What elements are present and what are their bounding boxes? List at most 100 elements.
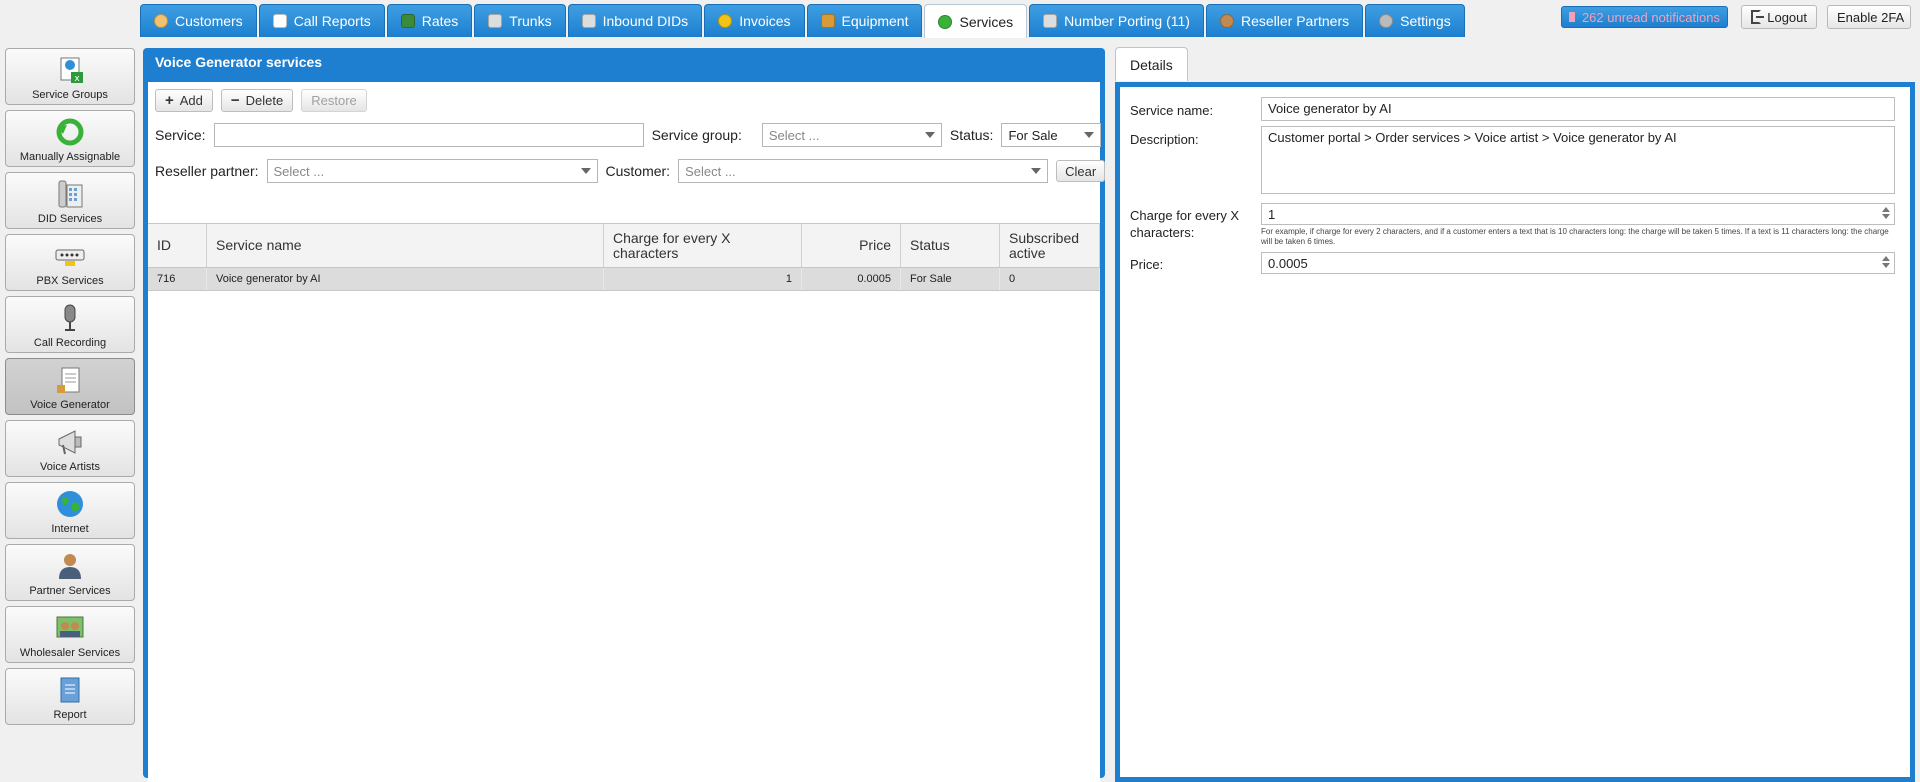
- sidebar-item-internet[interactable]: Internet: [5, 482, 135, 539]
- chevron-down-icon: [580, 168, 591, 174]
- tab-invoices[interactable]: Invoices: [704, 4, 805, 37]
- sidebar-item-label: Partner Services: [29, 585, 111, 597]
- box-icon: [820, 14, 835, 28]
- cell-subscribed-active: 0: [1000, 268, 1100, 290]
- delete-button[interactable]: − Delete: [220, 89, 294, 112]
- column-header-service-name[interactable]: Service name: [207, 224, 604, 267]
- sidebar-item-label: Voice Artists: [40, 461, 100, 473]
- table-row[interactable]: 716 Voice generator by AI 1 0.0005 For S…: [148, 268, 1100, 291]
- cell-id: 716: [148, 268, 207, 290]
- person-icon: [1219, 14, 1234, 28]
- tab-call-reports[interactable]: Call Reports: [258, 4, 385, 37]
- panel-body: + Add − Delete Restore Service: Service …: [148, 82, 1106, 782]
- tab-number-porting[interactable]: Number Porting (11): [1029, 4, 1204, 37]
- service-name-field[interactable]: Voice generator by AI: [1261, 97, 1895, 121]
- sidebar-item-label: Report: [53, 709, 87, 721]
- sidebar-item-label: DID Services: [37, 213, 103, 225]
- tab-settings[interactable]: Settings: [1365, 4, 1465, 37]
- tab-reseller-partners[interactable]: Reseller Partners: [1205, 4, 1364, 37]
- restore-label: Restore: [311, 93, 357, 108]
- sidebar-item-report[interactable]: Report: [5, 668, 135, 725]
- report-icon: [55, 675, 85, 705]
- description-field[interactable]: Customer portal > Order services > Voice…: [1261, 126, 1895, 194]
- panel-title: Voice Generator services: [155, 54, 323, 70]
- sidebar-item-service-groups[interactable]: x Service Groups: [5, 48, 135, 105]
- sidebar-item-label: Service Groups: [32, 89, 108, 101]
- tab-label: Call Reports: [293, 13, 371, 29]
- charge-value: 1: [1268, 207, 1276, 222]
- spinner-icon[interactable]: [1882, 256, 1890, 268]
- tab-trunks[interactable]: Trunks: [474, 4, 566, 37]
- service-groups-icon: x: [55, 55, 85, 85]
- charge-hint: For example, if charge for every 2 chara…: [1261, 227, 1889, 246]
- pbx-device-icon: [55, 241, 85, 271]
- cell-price: 0.0005: [802, 268, 901, 290]
- column-header-id[interactable]: ID: [148, 224, 207, 267]
- tab-label: Rates: [421, 13, 459, 29]
- sidebar-item-did-services[interactable]: DID Services: [5, 172, 135, 229]
- service-group-select[interactable]: Select ...: [761, 123, 942, 147]
- status-select[interactable]: For Sale: [1001, 123, 1102, 147]
- description-label: Description:: [1130, 132, 1199, 147]
- clear-button[interactable]: Clear: [1056, 160, 1106, 182]
- tab-label: Customers: [175, 13, 243, 29]
- notifications-button[interactable]: 262 unread notifications: [1561, 6, 1728, 28]
- price-field[interactable]: 0.0005: [1261, 252, 1895, 274]
- toolbar: + Add − Delete Restore: [155, 89, 367, 112]
- sidebar-item-label: Voice Generator: [30, 399, 110, 411]
- price-value: 0.0005: [1268, 256, 1308, 271]
- customer-select[interactable]: Select ...: [678, 159, 1049, 183]
- recycle-icon: [55, 117, 85, 147]
- logout-button[interactable]: Logout: [1741, 5, 1817, 29]
- price-label: Price:: [1130, 257, 1164, 272]
- sidebar-item-voice-artists[interactable]: Voice Artists: [5, 420, 135, 477]
- add-button[interactable]: + Add: [155, 89, 213, 112]
- tab-customers[interactable]: Customers: [140, 4, 257, 37]
- filter-row-1: Service: Service group: Select ... Statu…: [155, 123, 1102, 147]
- status-select-value: For Sale: [1008, 127, 1058, 143]
- service-group-label: Service group:: [651, 127, 742, 143]
- tab-details[interactable]: Details: [1115, 47, 1188, 81]
- column-header-status[interactable]: Status: [901, 224, 1000, 267]
- chart-icon: [400, 14, 415, 28]
- tab-label: Number Porting (11): [1064, 13, 1190, 29]
- tab-services[interactable]: Services: [924, 4, 1028, 38]
- column-header-price[interactable]: Price: [802, 224, 901, 267]
- reseller-partner-select[interactable]: Select ...: [266, 159, 598, 183]
- tab-inbound-dids[interactable]: Inbound DIDs: [567, 4, 703, 37]
- charge-field[interactable]: 1: [1261, 203, 1895, 225]
- restore-button[interactable]: Restore: [301, 89, 367, 112]
- tab-rates[interactable]: Rates: [386, 4, 473, 37]
- services-table: ID Service name Charge for every X chara…: [148, 223, 1100, 291]
- tab-label: Inbound DIDs: [602, 13, 689, 29]
- sidebar-item-voice-generator[interactable]: Voice Generator: [5, 358, 135, 415]
- minus-icon: −: [230, 92, 240, 109]
- phone-icon: [1043, 14, 1058, 28]
- chevron-down-icon: [1084, 132, 1095, 138]
- logout-label: Logout: [1767, 9, 1807, 25]
- service-name-label: Service name:: [1130, 103, 1214, 118]
- clear-label: Clear: [1065, 163, 1097, 179]
- sidebar-item-call-recording[interactable]: Call Recording: [5, 296, 135, 353]
- refresh-icon: [938, 14, 953, 29]
- spinner-icon[interactable]: [1882, 207, 1890, 219]
- services-list-panel: Voice Generator services + Add − Delete …: [143, 48, 1106, 782]
- sidebar-item-wholesaler-services[interactable]: Wholesaler Services: [5, 606, 135, 663]
- customer-filter-label: Customer:: [605, 163, 671, 179]
- column-header-subscribed-active[interactable]: Subscribed active: [1000, 224, 1100, 267]
- tab-label: Reseller Partners: [1240, 13, 1350, 29]
- sidebar-item-pbx-services[interactable]: PBX Services: [5, 234, 135, 291]
- enable-2fa-button[interactable]: Enable 2FA: [1827, 5, 1911, 29]
- tab-equipment[interactable]: Equipment: [806, 4, 923, 37]
- service-filter-input[interactable]: [213, 123, 644, 147]
- sidebar-item-label: PBX Services: [36, 275, 104, 287]
- enable-2fa-label: Enable 2FA: [1837, 9, 1905, 25]
- sidebar-item-partner-services[interactable]: Partner Services: [5, 544, 135, 601]
- globe-icon: [55, 489, 85, 519]
- sidebar-item-manually-assignable[interactable]: Manually Assignable: [5, 110, 135, 167]
- column-header-charge[interactable]: Charge for every X characters: [604, 224, 802, 267]
- sidebar-item-label: Internet: [51, 523, 89, 535]
- sidebar-item-label: Manually Assignable: [19, 151, 121, 163]
- main-tabs: Customers Call Reports Rates Trunks Inbo…: [140, 4, 1467, 38]
- voice-document-icon: [55, 365, 85, 395]
